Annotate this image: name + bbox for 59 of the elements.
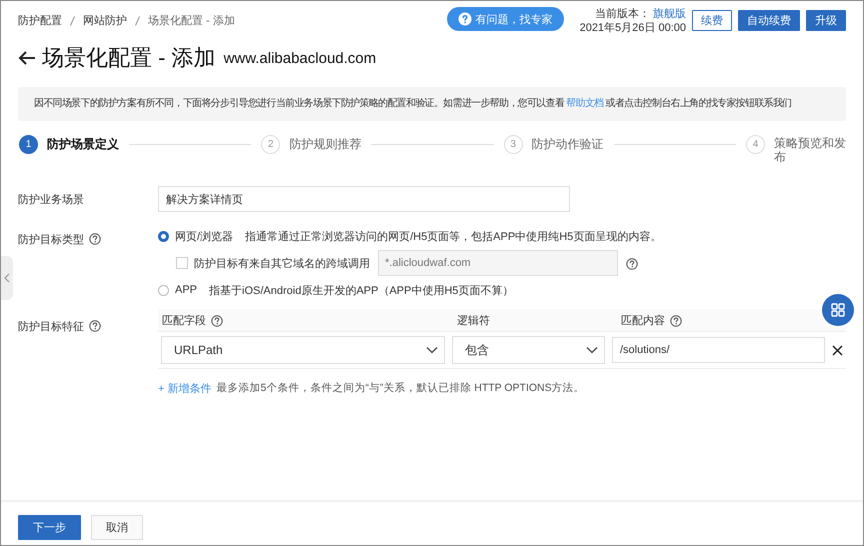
option-description: 指通常通过正常浏览器访问的网页/H5页面等，包括APP中使用纯H5页面呈现的内容。	[245, 230, 662, 244]
close-icon	[832, 344, 843, 356]
step-label: 防护动作验证	[532, 136, 604, 153]
breadcrumb-item: 场景化配置 - 添加	[148, 14, 235, 28]
help-button[interactable]: 有问题，找专家	[446, 7, 564, 31]
header-button[interactable]: 自动续费	[738, 10, 800, 31]
field-label: 防护业务场景	[18, 192, 84, 207]
column-header: 匹配字段	[162, 314, 206, 328]
help-icon	[626, 258, 638, 270]
checkbox-label: 防护目标有来自其它域名的跨域调用	[194, 256, 370, 270]
step-label: 防护场景定义	[47, 136, 119, 153]
version-date: 2021年5月26日 00:00	[580, 21, 686, 35]
radio-button[interactable]	[158, 230, 169, 242]
help-icon	[89, 320, 101, 332]
column-header: 逻辑符	[457, 314, 490, 328]
field-label: 防护目标类型	[18, 232, 84, 247]
step-number: 4	[746, 135, 765, 154]
select-field[interactable]: 包含	[452, 336, 605, 364]
page-title: 场景化配置 - 添加	[42, 44, 216, 72]
chevron-left-icon	[4, 273, 10, 283]
step-number: 1	[19, 135, 38, 154]
step-label: 策略预览和发布	[774, 136, 846, 164]
version-label: 当前版本：	[595, 8, 650, 20]
chevron-down-icon	[426, 346, 438, 354]
header-button[interactable]: 升级	[806, 10, 846, 31]
grid-icon	[831, 303, 845, 317]
hint-text: 最多添加5个条件，条件之间为“与”关系，默认已排除 HTTP OPTIONS方法。	[216, 381, 585, 396]
breadcrumb-item[interactable]: 防护配置	[18, 13, 62, 28]
close-button[interactable]	[832, 344, 843, 356]
add-condition-link[interactable]: + 新增条件	[158, 381, 212, 396]
option-description: 指基于iOS/Android原生开发的APP（APP中使用H5页面不算）	[209, 284, 514, 298]
domain-text: www.alibabacloud.com	[224, 50, 376, 66]
step-number: 3	[504, 135, 523, 154]
help-docs-link[interactable]: 帮助文档	[566, 98, 604, 109]
column-header: 匹配内容	[621, 314, 665, 328]
question-icon	[458, 12, 472, 26]
notice-text: 因不同场景下的防护方案有所不同，下面将分步引导您进行当前业务场景下防护策略的配置和验证。如需进一步帮助，您可以查看 帮助文档 或者点击控制台右上角的找专家按钮联系我们	[34, 97, 792, 111]
input-field[interactable]: 解决方案详情页	[158, 186, 570, 212]
field-label: 防护目标特征	[18, 320, 84, 334]
collapse-handle[interactable]	[1, 256, 13, 300]
apps-button[interactable]	[822, 294, 854, 326]
input-field[interactable]: /solutions/	[612, 337, 825, 363]
select-field[interactable]: URLPath	[161, 336, 445, 364]
chevron-down-icon	[586, 346, 598, 354]
breadcrumb-separator	[70, 16, 75, 26]
footer-button[interactable]: 下一步	[18, 515, 81, 540]
option-label: 网页/浏览器	[175, 230, 234, 244]
breadcrumb-item[interactable]: 网站防护	[83, 13, 127, 28]
checkbox[interactable]	[176, 257, 188, 269]
footer-button[interactable]: 取消	[91, 515, 143, 540]
header-button[interactable]: 续费	[692, 10, 732, 31]
option-label: APP	[175, 284, 198, 296]
edition-link[interactable]: 旗舰版	[653, 8, 686, 20]
help-icon	[89, 233, 101, 245]
breadcrumb-separator	[135, 16, 140, 26]
radio-button[interactable]	[158, 284, 169, 296]
step-number: 2	[261, 135, 280, 154]
step-label: 防护规则推荐	[289, 136, 362, 153]
back-arrow-icon	[18, 50, 36, 66]
